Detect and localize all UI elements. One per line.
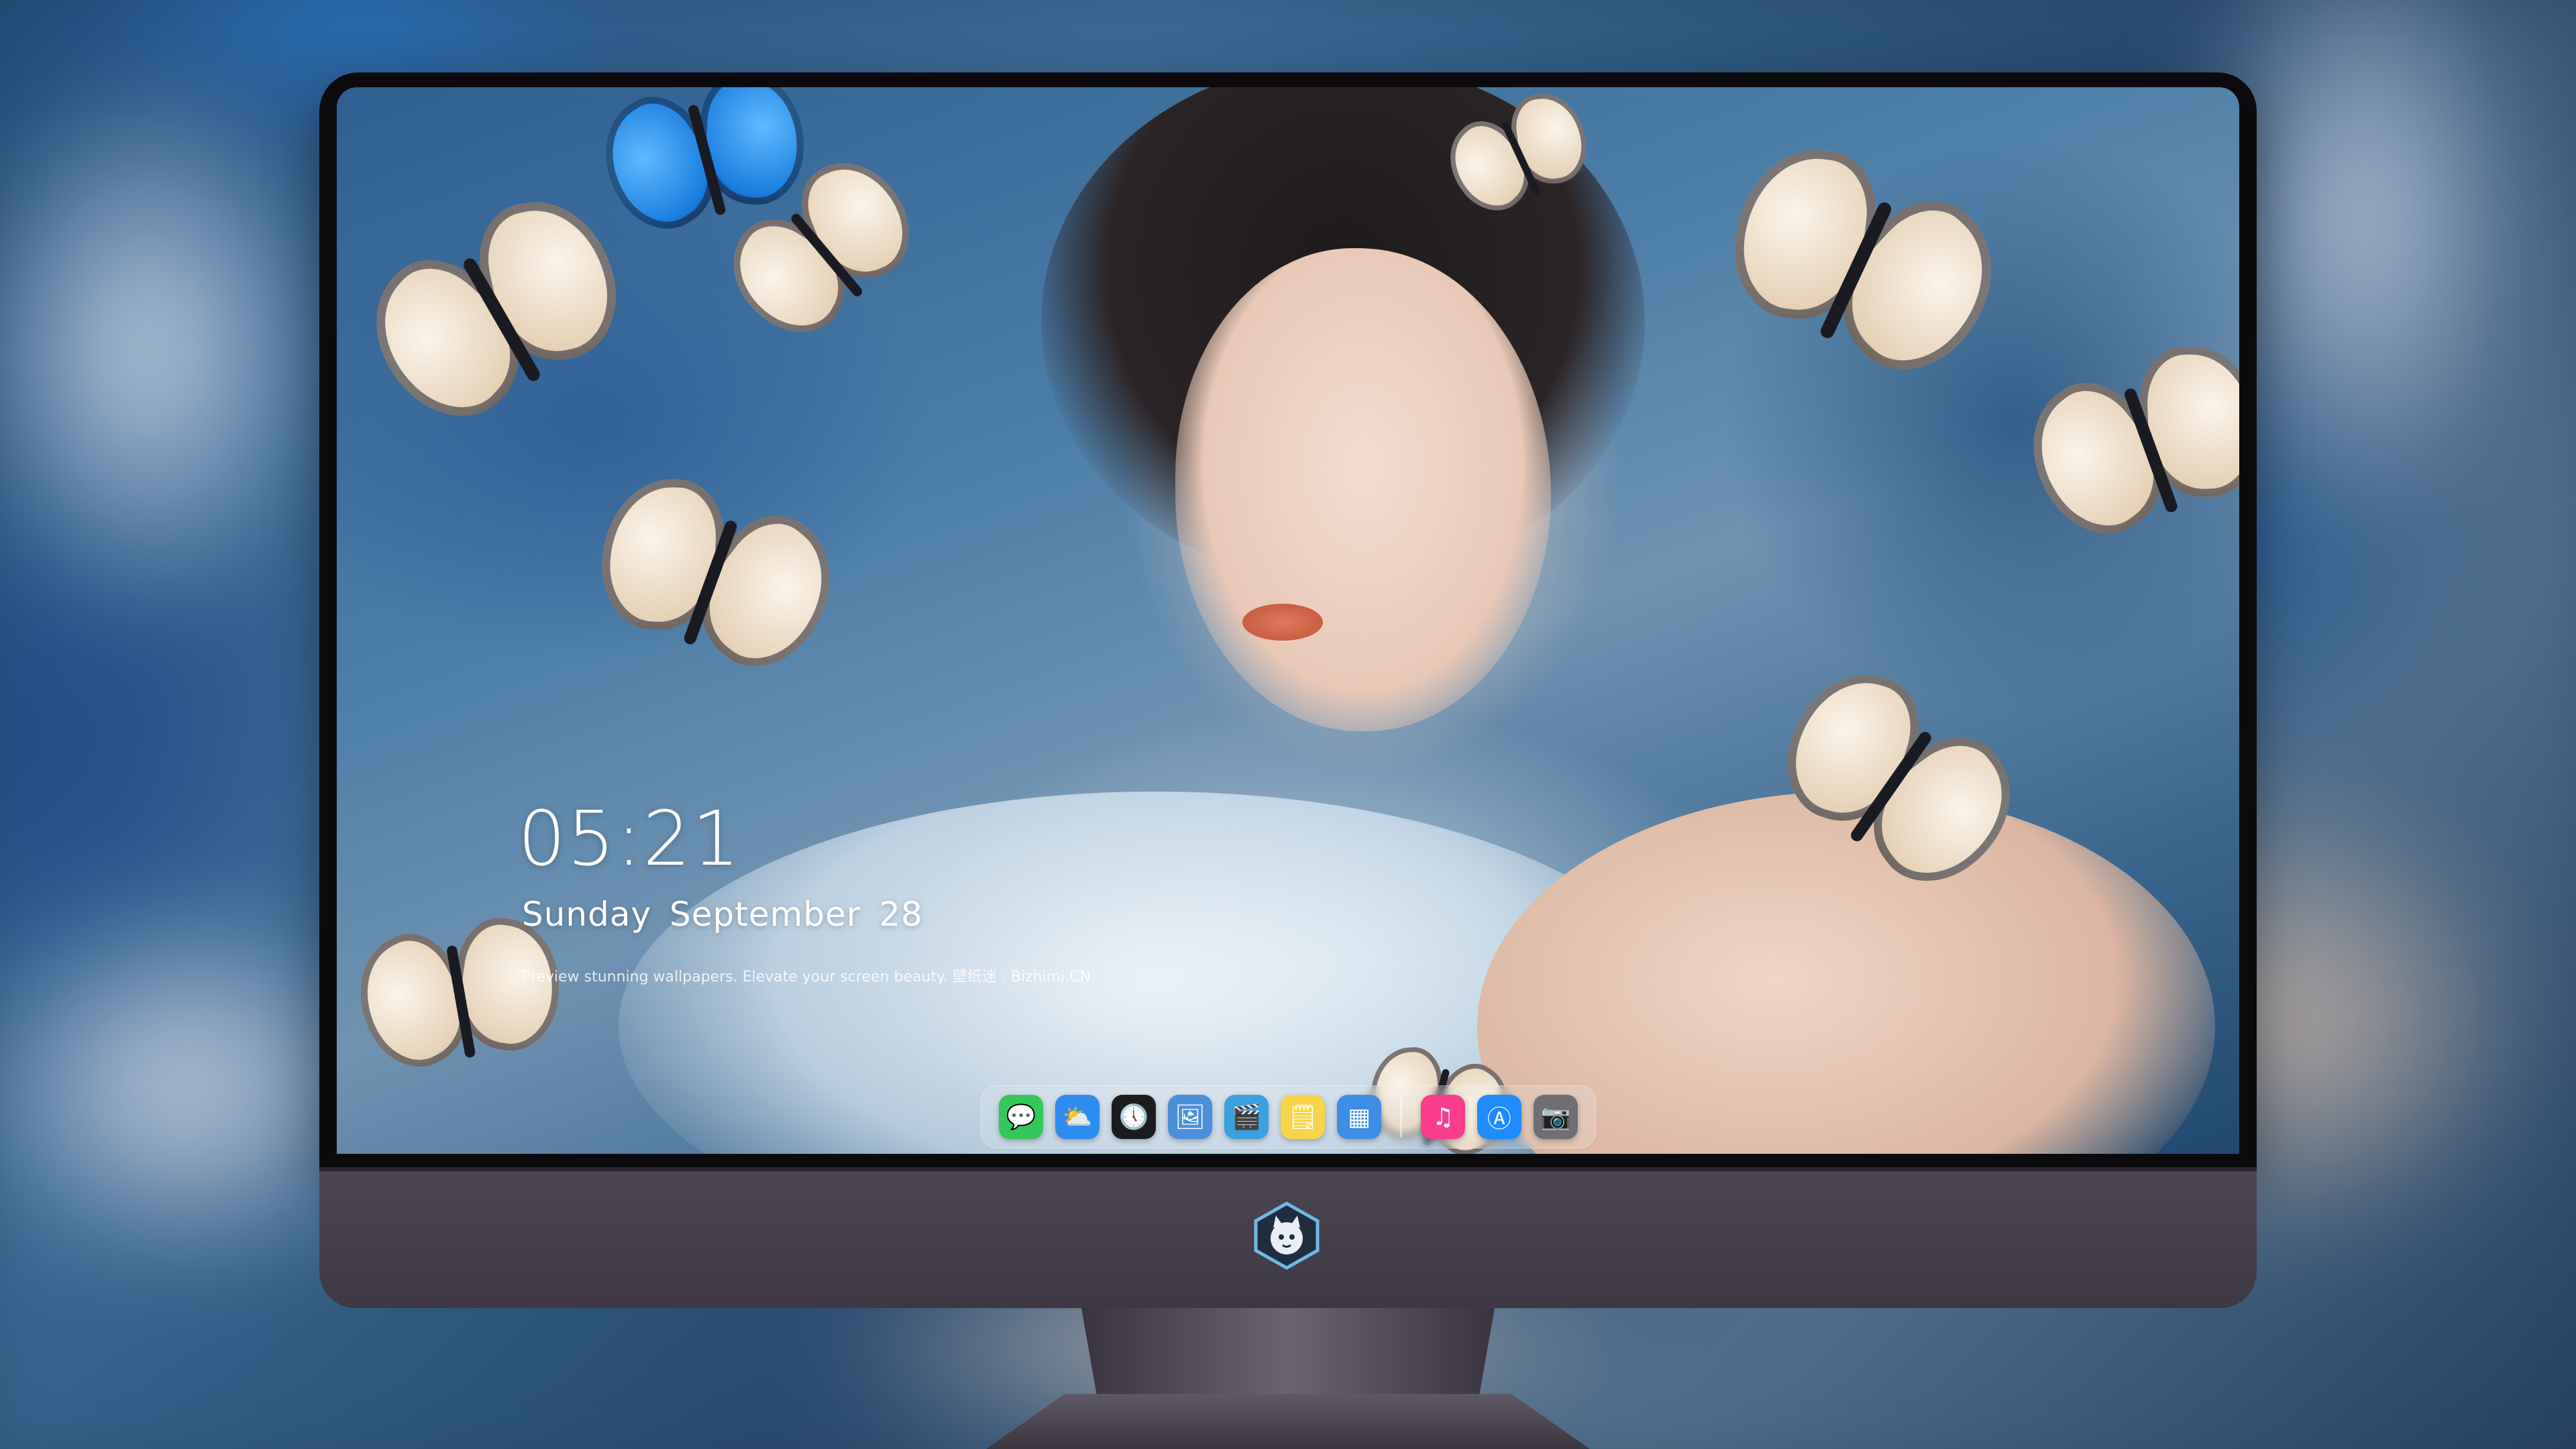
wallpaper-face <box>1175 248 1551 731</box>
wallpaper-tagline: Preview stunning wallpapers. Elevate you… <box>522 969 1091 985</box>
weather-app-icon[interactable]: ⛅ <box>1055 1095 1099 1139</box>
monitor-stand-neck <box>1081 1308 1495 1402</box>
wallpaper-hair <box>1041 87 1645 584</box>
monitor: 05:21 Sunday September 28 Preview stunni… <box>319 72 2257 1167</box>
music-app-icon[interactable]: ♫ <box>1421 1095 1465 1139</box>
app-store-icon[interactable]: Ⓐ <box>1477 1095 1521 1139</box>
lock-clock: 05:21 <box>518 796 741 883</box>
lock-date: Sunday September 28 <box>522 895 923 934</box>
cat-mascot-logo-icon[interactable] <box>1252 1201 1322 1271</box>
wallpaper-lips <box>1242 604 1323 641</box>
camera-app-icon[interactable]: 📷 <box>1534 1095 1578 1139</box>
clips-app-icon[interactable]: 🎬 <box>1224 1095 1269 1139</box>
messages-app-icon[interactable]: 💬 <box>999 1095 1043 1139</box>
notes-app-icon[interactable]: 🗒 <box>1281 1095 1325 1139</box>
clock-app-icon[interactable]: 🕔 <box>1112 1095 1156 1139</box>
desktop-screen: 05:21 Sunday September 28 Preview stunni… <box>337 87 2239 1154</box>
photo-booth-app-icon[interactable]: ▦ <box>1337 1095 1381 1139</box>
monitor-stand-base <box>986 1394 1590 1449</box>
dock-separator <box>1400 1096 1402 1138</box>
preview-app-icon[interactable]: 🖼 <box>1168 1095 1212 1139</box>
dock: 💬 ⛅ 🕔 🖼 🎬 🗒 ▦ ♫ Ⓐ 📷 <box>981 1085 1596 1148</box>
monitor-chin <box>319 1167 2257 1308</box>
